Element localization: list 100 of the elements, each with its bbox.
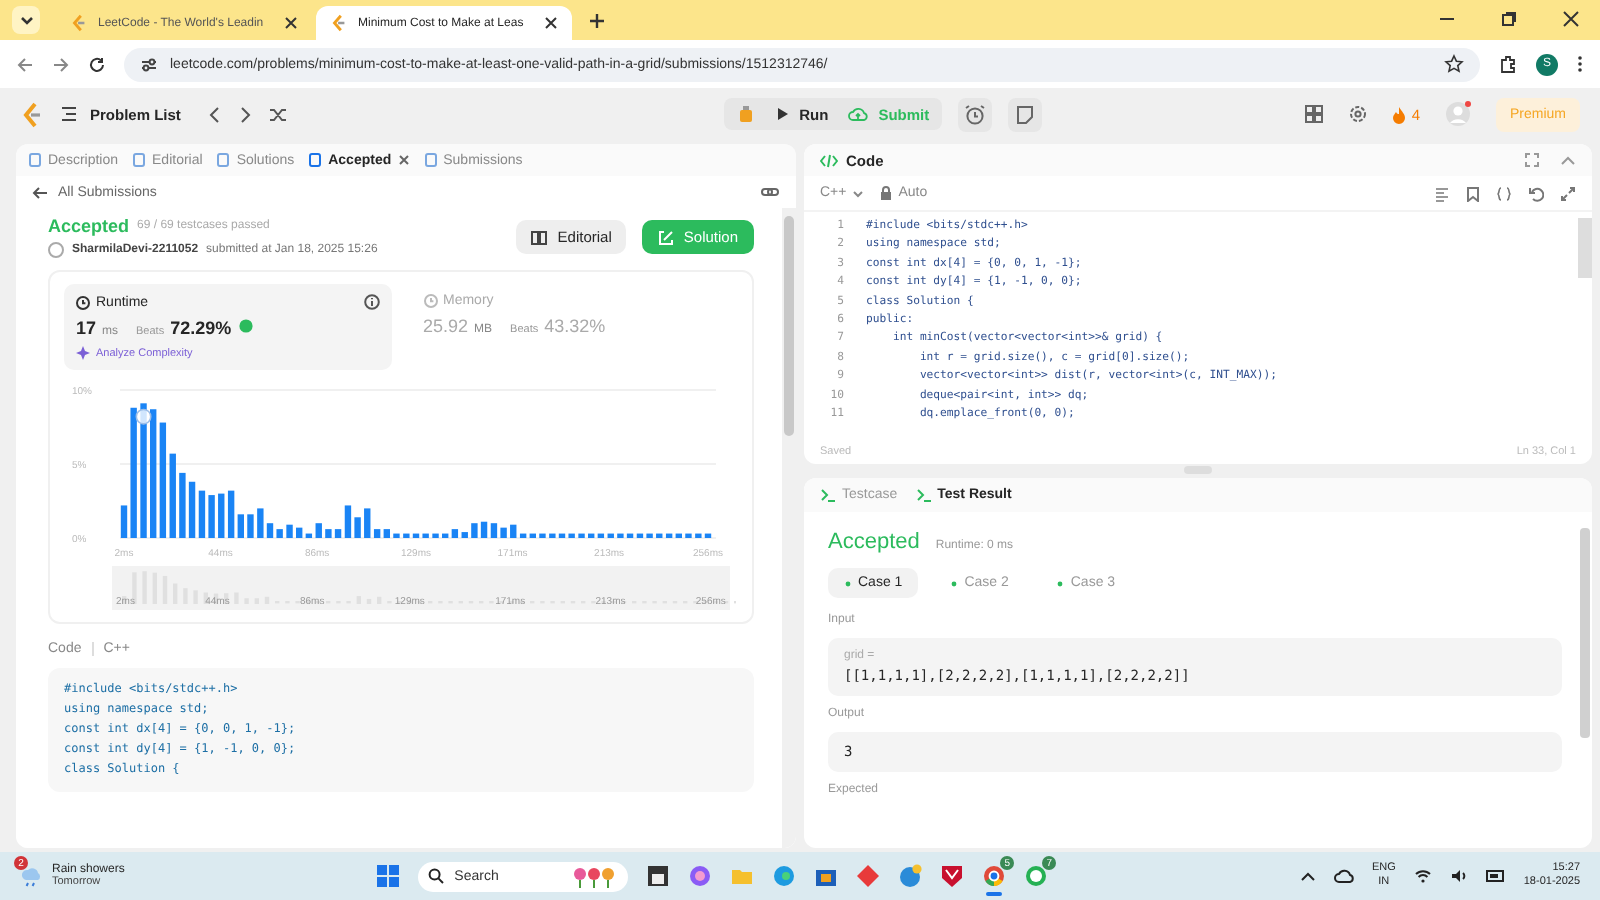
logo-icon[interactable] xyxy=(20,101,44,127)
histogram-bar[interactable] xyxy=(198,490,206,538)
histogram-bar[interactable] xyxy=(617,533,624,538)
histogram-bar[interactable] xyxy=(675,533,682,538)
histogram-bar[interactable] xyxy=(539,533,546,538)
fullscreen-icon[interactable] xyxy=(1524,152,1540,168)
close-icon[interactable] xyxy=(1562,10,1580,28)
tab-list-button[interactable] xyxy=(12,6,40,34)
histogram-bar[interactable] xyxy=(490,523,498,538)
undo-icon[interactable] xyxy=(1528,185,1544,201)
notes-icon[interactable] xyxy=(1007,97,1042,131)
histogram-bar[interactable] xyxy=(549,533,556,538)
histogram-bar[interactable] xyxy=(286,524,293,538)
battery-icon[interactable] xyxy=(1485,870,1506,882)
diamond-icon[interactable] xyxy=(856,864,881,888)
histogram-bar[interactable] xyxy=(578,533,585,538)
histogram-bar[interactable] xyxy=(519,533,527,538)
bookmark-icon[interactable] xyxy=(1466,185,1480,201)
histogram-bar[interactable] xyxy=(665,533,673,538)
chat-app-icon[interactable] xyxy=(1024,864,1049,888)
star-icon[interactable] xyxy=(1444,54,1464,74)
histogram-bar[interactable] xyxy=(636,533,644,538)
histogram-bar[interactable] xyxy=(383,529,390,538)
histogram-bar[interactable] xyxy=(510,524,517,538)
shield-icon[interactable] xyxy=(940,864,965,888)
histogram-bar[interactable] xyxy=(558,533,566,538)
histogram-bar[interactable] xyxy=(208,495,215,538)
new-tab-icon[interactable] xyxy=(588,12,606,30)
histogram-bar[interactable] xyxy=(305,533,313,538)
histogram-bar[interactable] xyxy=(169,453,176,538)
chevron-up-icon[interactable] xyxy=(1299,870,1316,882)
histogram-bar[interactable] xyxy=(130,407,137,538)
scrollbar[interactable] xyxy=(782,208,796,848)
histogram-bar[interactable] xyxy=(442,533,449,538)
histogram-bar[interactable] xyxy=(695,533,702,538)
histogram-bar[interactable] xyxy=(344,505,352,538)
histogram-bar[interactable] xyxy=(451,529,459,538)
histogram-bar[interactable] xyxy=(480,521,488,538)
close-icon[interactable] xyxy=(544,16,558,30)
expand-icon[interactable] xyxy=(1560,185,1576,201)
collapse-icon[interactable] xyxy=(1560,154,1576,166)
histogram-bar[interactable] xyxy=(334,529,342,538)
histogram-bar[interactable] xyxy=(188,481,196,538)
extensions-icon[interactable] xyxy=(1498,54,1518,74)
more-icon[interactable] xyxy=(1576,54,1584,74)
histogram-bar[interactable] xyxy=(218,493,225,538)
histogram-bar[interactable] xyxy=(432,533,439,538)
histogram-bar[interactable] xyxy=(237,514,244,538)
reload-icon[interactable] xyxy=(88,55,106,73)
forward-icon[interactable] xyxy=(52,55,70,73)
format-icon[interactable] xyxy=(1434,185,1450,201)
speaker-icon[interactable] xyxy=(1449,868,1468,884)
histogram-bar[interactable] xyxy=(588,533,595,538)
histogram-bar[interactable] xyxy=(325,529,332,538)
histogram-bar[interactable] xyxy=(120,505,128,538)
cloud-icon[interactable] xyxy=(1333,868,1354,884)
histogram-bar[interactable] xyxy=(354,517,361,538)
histogram-bar[interactable] xyxy=(704,533,712,538)
site-settings-icon[interactable] xyxy=(140,55,158,73)
histogram-bar[interactable] xyxy=(266,523,274,538)
back-icon[interactable] xyxy=(16,55,34,73)
histogram-bar[interactable] xyxy=(150,409,157,538)
histogram-bar[interactable] xyxy=(656,533,663,538)
store-icon[interactable] xyxy=(814,864,839,888)
link-icon[interactable] xyxy=(760,184,780,200)
wifi-icon[interactable] xyxy=(1413,868,1432,884)
next-icon[interactable] xyxy=(238,105,253,123)
shuffle-icon[interactable] xyxy=(268,105,289,123)
user-avatar-icon[interactable] xyxy=(1444,100,1472,128)
histogram-bar[interactable] xyxy=(276,529,283,538)
histogram-bar[interactable] xyxy=(373,529,381,538)
histogram-bar[interactable] xyxy=(626,533,634,538)
histogram-bar[interactable] xyxy=(471,523,478,538)
histogram-bar[interactable] xyxy=(159,422,167,538)
histogram-bar[interactable] xyxy=(412,533,420,538)
histogram-bar[interactable] xyxy=(607,533,614,538)
histogram-bar[interactable] xyxy=(296,527,303,538)
weather-icon[interactable] xyxy=(20,864,44,888)
histogram-bar[interactable] xyxy=(247,514,254,538)
histogram-bar[interactable] xyxy=(500,527,507,538)
histogram-bar[interactable] xyxy=(364,508,371,538)
histogram-bar[interactable] xyxy=(140,403,147,538)
histogram-bar[interactable] xyxy=(685,533,692,538)
histogram-bar[interactable] xyxy=(179,472,186,538)
terminal-icon[interactable] xyxy=(646,864,671,888)
histogram-bar[interactable] xyxy=(422,533,429,538)
histogram-bar[interactable] xyxy=(315,523,322,538)
alarm-clock-icon[interactable] xyxy=(957,97,992,131)
browser-icon[interactable] xyxy=(982,864,1007,888)
histogram-bar[interactable] xyxy=(227,490,235,538)
braces-icon[interactable] xyxy=(1496,185,1512,201)
close-icon[interactable] xyxy=(397,154,410,166)
previous-icon[interactable] xyxy=(208,105,223,123)
histogram-bar[interactable] xyxy=(646,533,653,538)
settings-icon[interactable] xyxy=(1347,104,1368,124)
histogram-bar[interactable] xyxy=(461,532,468,538)
layout-icon[interactable] xyxy=(1303,104,1324,124)
histogram-bar[interactable] xyxy=(597,533,605,538)
windows-start-icon[interactable] xyxy=(376,864,401,888)
histogram-bar[interactable] xyxy=(257,508,264,538)
